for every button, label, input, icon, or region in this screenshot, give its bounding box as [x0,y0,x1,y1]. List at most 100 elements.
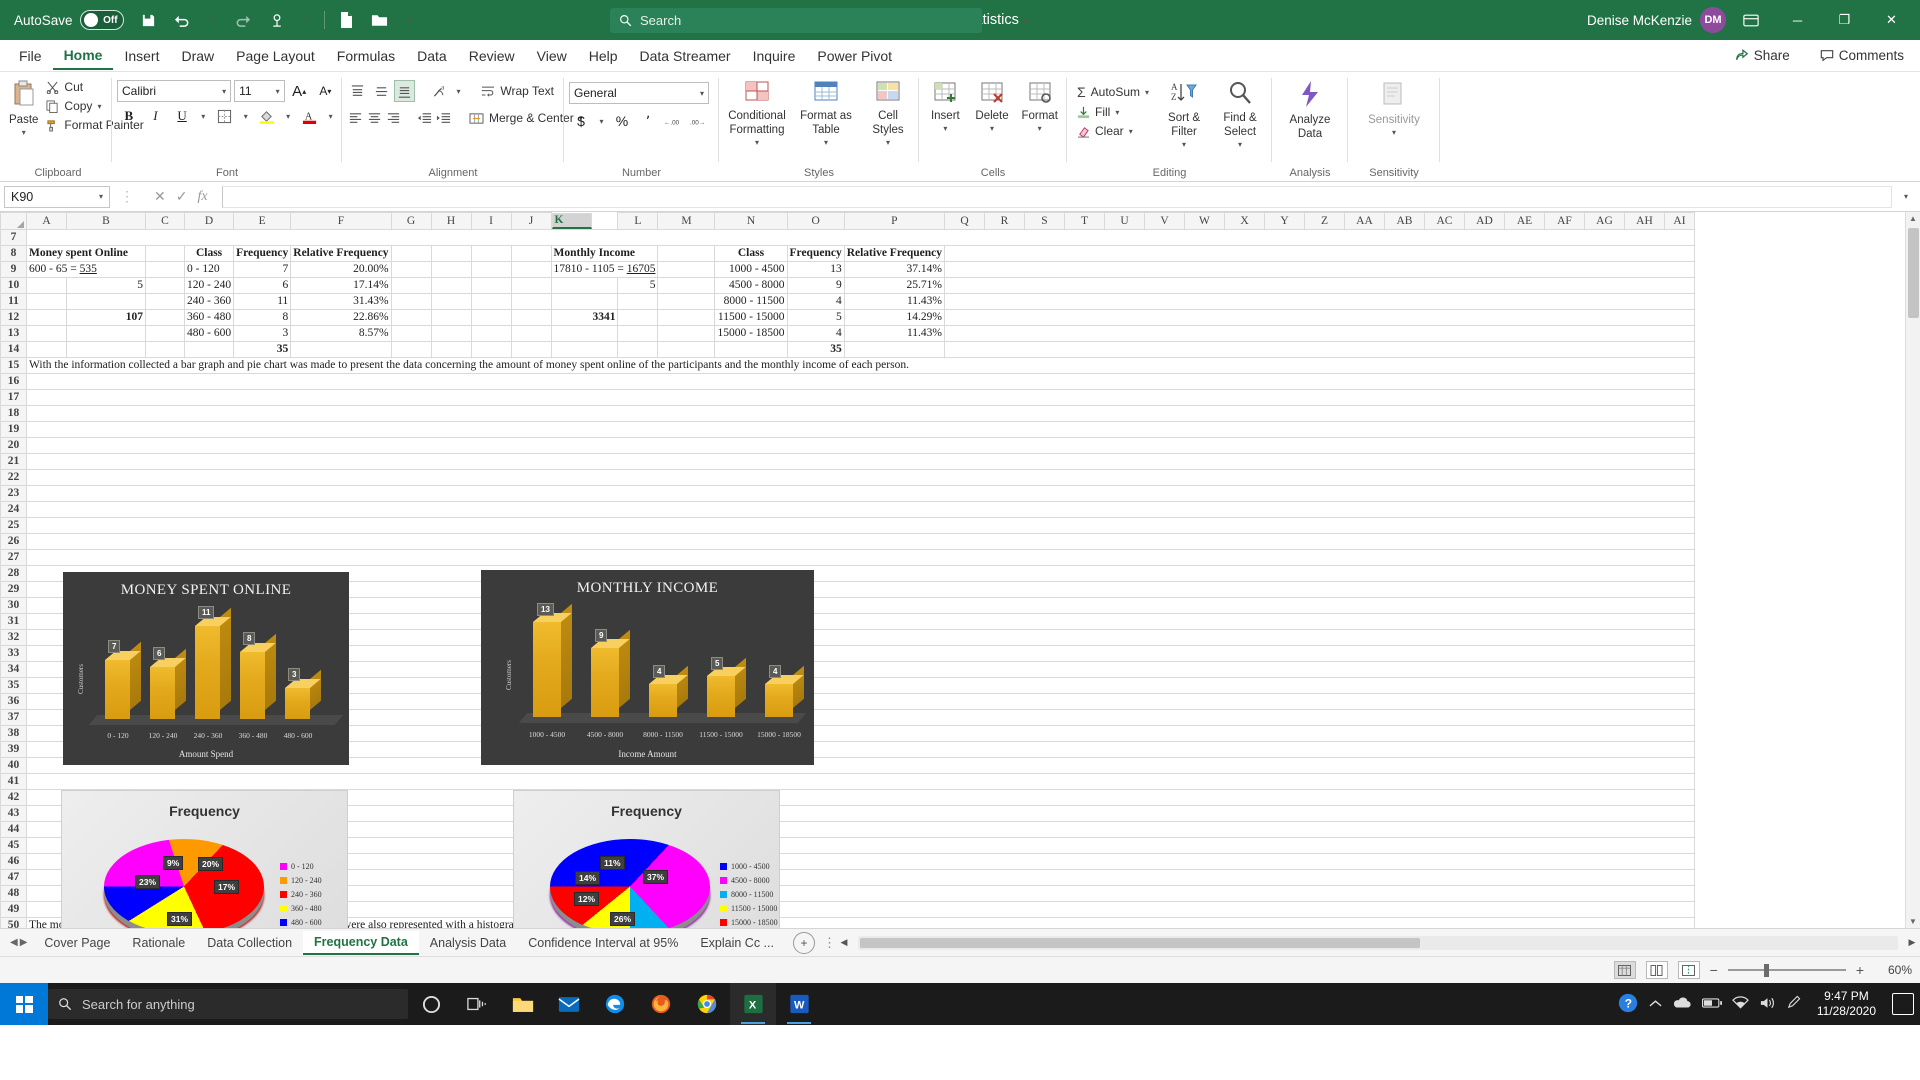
row-head-12[interactable]: 12 [0,308,27,326]
cell-J10[interactable] [510,276,552,294]
col-head-S[interactable]: S [1023,212,1065,230]
table-row[interactable]: 26 [0,532,1695,550]
sheet-tab-data-collection[interactable]: Data Collection [196,932,303,954]
cell-D13[interactable]: 480 - 600 [183,324,235,342]
autosave-toggle[interactable]: AutoSave Off [6,7,132,33]
undo-dropdown-icon[interactable]: ▾ [200,5,226,35]
table-row[interactable]: 21 [0,452,1695,470]
clear-dropdown-icon[interactable]: ▾ [1129,127,1133,136]
cell-M13[interactable] [657,324,716,342]
cell-H14[interactable] [430,340,472,358]
cell-J14[interactable] [510,340,552,358]
maximize-button[interactable]: ❐ [1822,0,1867,40]
cell-G13[interactable] [390,324,432,342]
onedrive-icon[interactable] [1672,996,1692,1013]
avatar[interactable]: DM [1700,7,1726,33]
cell-H13[interactable] [430,324,472,342]
cell-L14[interactable] [617,340,659,358]
cell-G14[interactable] [390,340,432,358]
cell-row27[interactable] [26,548,1695,566]
cell-I9[interactable] [470,260,512,278]
col-head-Y[interactable]: Y [1263,212,1305,230]
table-row[interactable]: 10 5 120 - 240 6 17.14% 5 4500 - 8000 9 … [0,276,1695,294]
customize-quick-access-icon[interactable]: ▾ [397,5,423,35]
sheet-tab-frequency-data[interactable]: Frequency Data [303,930,419,955]
cell-H9[interactable] [430,260,472,278]
edge-icon[interactable] [592,983,638,1025]
sheet-tab-explain-cc[interactable]: Explain Cc ... [689,932,785,954]
chrome-icon[interactable] [684,983,730,1025]
cell-P9[interactable]: 37.14% [843,260,945,278]
cell-G9[interactable] [390,260,432,278]
new-file-icon[interactable] [329,5,363,35]
sheet-nav-arrows[interactable]: ◀ ▶ [4,937,33,948]
sheet-tab-rationale[interactable]: Rationale [121,932,196,954]
cell-C11[interactable] [145,292,185,310]
col-head-AF[interactable]: AF [1543,212,1585,230]
table-row[interactable]: 14 35 35 [0,340,1695,358]
delete-cells-button[interactable]: Delete ▾ [971,78,1014,133]
row-head-39[interactable]: 39 [0,740,27,758]
zoom-handle[interactable] [1763,963,1769,977]
row-head-11[interactable]: 11 [0,292,27,310]
col-head-D[interactable]: D [183,212,235,230]
comma-style-button[interactable]: ٬ [636,110,660,132]
cell-K10[interactable] [550,276,619,294]
row-head-28[interactable]: 28 [0,564,27,582]
col-head-A[interactable]: A [26,212,67,230]
increase-decimal-button[interactable]: ←.00 [662,110,686,132]
select-all-corner[interactable] [0,212,27,230]
cell-D11[interactable]: 240 - 360 [183,292,235,310]
cell-K14[interactable] [550,340,619,358]
vertical-scrollbar[interactable]: ▲ ▼ [1905,212,1920,928]
money-spent-pie-chart[interactable]: Frequency 20% 17% 31% 23% 9% 0 - 120 120… [61,790,348,928]
cell-H10[interactable] [430,276,472,294]
hscroll-left-arrow[interactable]: ◀ [836,937,852,948]
row-head-17[interactable]: 17 [0,388,27,406]
tab-view[interactable]: View [526,43,578,69]
font-size-select[interactable]: 11 ▾ [234,80,285,102]
name-box-dropdown-icon[interactable]: ▾ [99,192,103,201]
zoom-in-button[interactable]: + [1856,962,1864,978]
tab-draw[interactable]: Draw [170,43,225,69]
cell-B12[interactable]: 107 [66,308,146,326]
fill-color-dropdown-icon[interactable]: ▾ [282,105,295,127]
cell-I10[interactable] [470,276,512,294]
cell-N12[interactable]: 11500 - 15000 [714,308,788,326]
col-head-F[interactable]: F [290,212,392,230]
excel-icon[interactable]: X [730,983,776,1025]
sensitivity-button[interactable]: Sensitivity ▾ [1357,78,1431,137]
redo-icon[interactable] [226,5,260,35]
zoom-out-button[interactable]: − [1710,962,1718,978]
row-head-13[interactable]: 13 [0,324,27,342]
cell-K11[interactable] [550,292,619,310]
cell-H12[interactable] [430,308,472,326]
row-head-50[interactable]: 50 [0,916,27,928]
cell-I11[interactable] [470,292,512,310]
cell-A10[interactable] [26,276,67,294]
add-sheet-button[interactable]: + [792,931,815,954]
cell-Q14-rest[interactable] [943,340,1695,358]
cell-N9[interactable]: 1000 - 4500 [714,260,788,278]
zoom-slider[interactable] [1727,963,1846,977]
row-head-19[interactable]: 19 [0,420,27,438]
tab-data[interactable]: Data [406,43,458,69]
cell-J8[interactable] [510,244,552,262]
cell-O10[interactable]: 9 [786,276,845,294]
italic-button[interactable]: I [144,105,168,127]
align-right-icon[interactable] [385,107,402,129]
cell-B11[interactable] [66,292,146,310]
cell-row19[interactable] [26,420,1695,438]
decrease-font-size-button[interactable]: A ▾ [314,80,337,102]
cell-L12[interactable] [617,308,659,326]
autosum-button[interactable]: Σ AutoSum ▾ [1072,82,1154,102]
cell-B13[interactable] [66,324,146,342]
cell-M14[interactable] [657,340,716,358]
cell-D10[interactable]: 120 - 240 [183,276,235,294]
cell-D8[interactable]: Class [183,244,235,262]
cell-P12[interactable]: 14.29% [843,308,945,326]
taskbar-clock[interactable]: 9:47 PM 11/28/2020 [1811,989,1882,1019]
row-head-38[interactable]: 38 [0,724,27,742]
tab-insert[interactable]: Insert [113,43,170,69]
row-head-49[interactable]: 49 [0,900,27,918]
